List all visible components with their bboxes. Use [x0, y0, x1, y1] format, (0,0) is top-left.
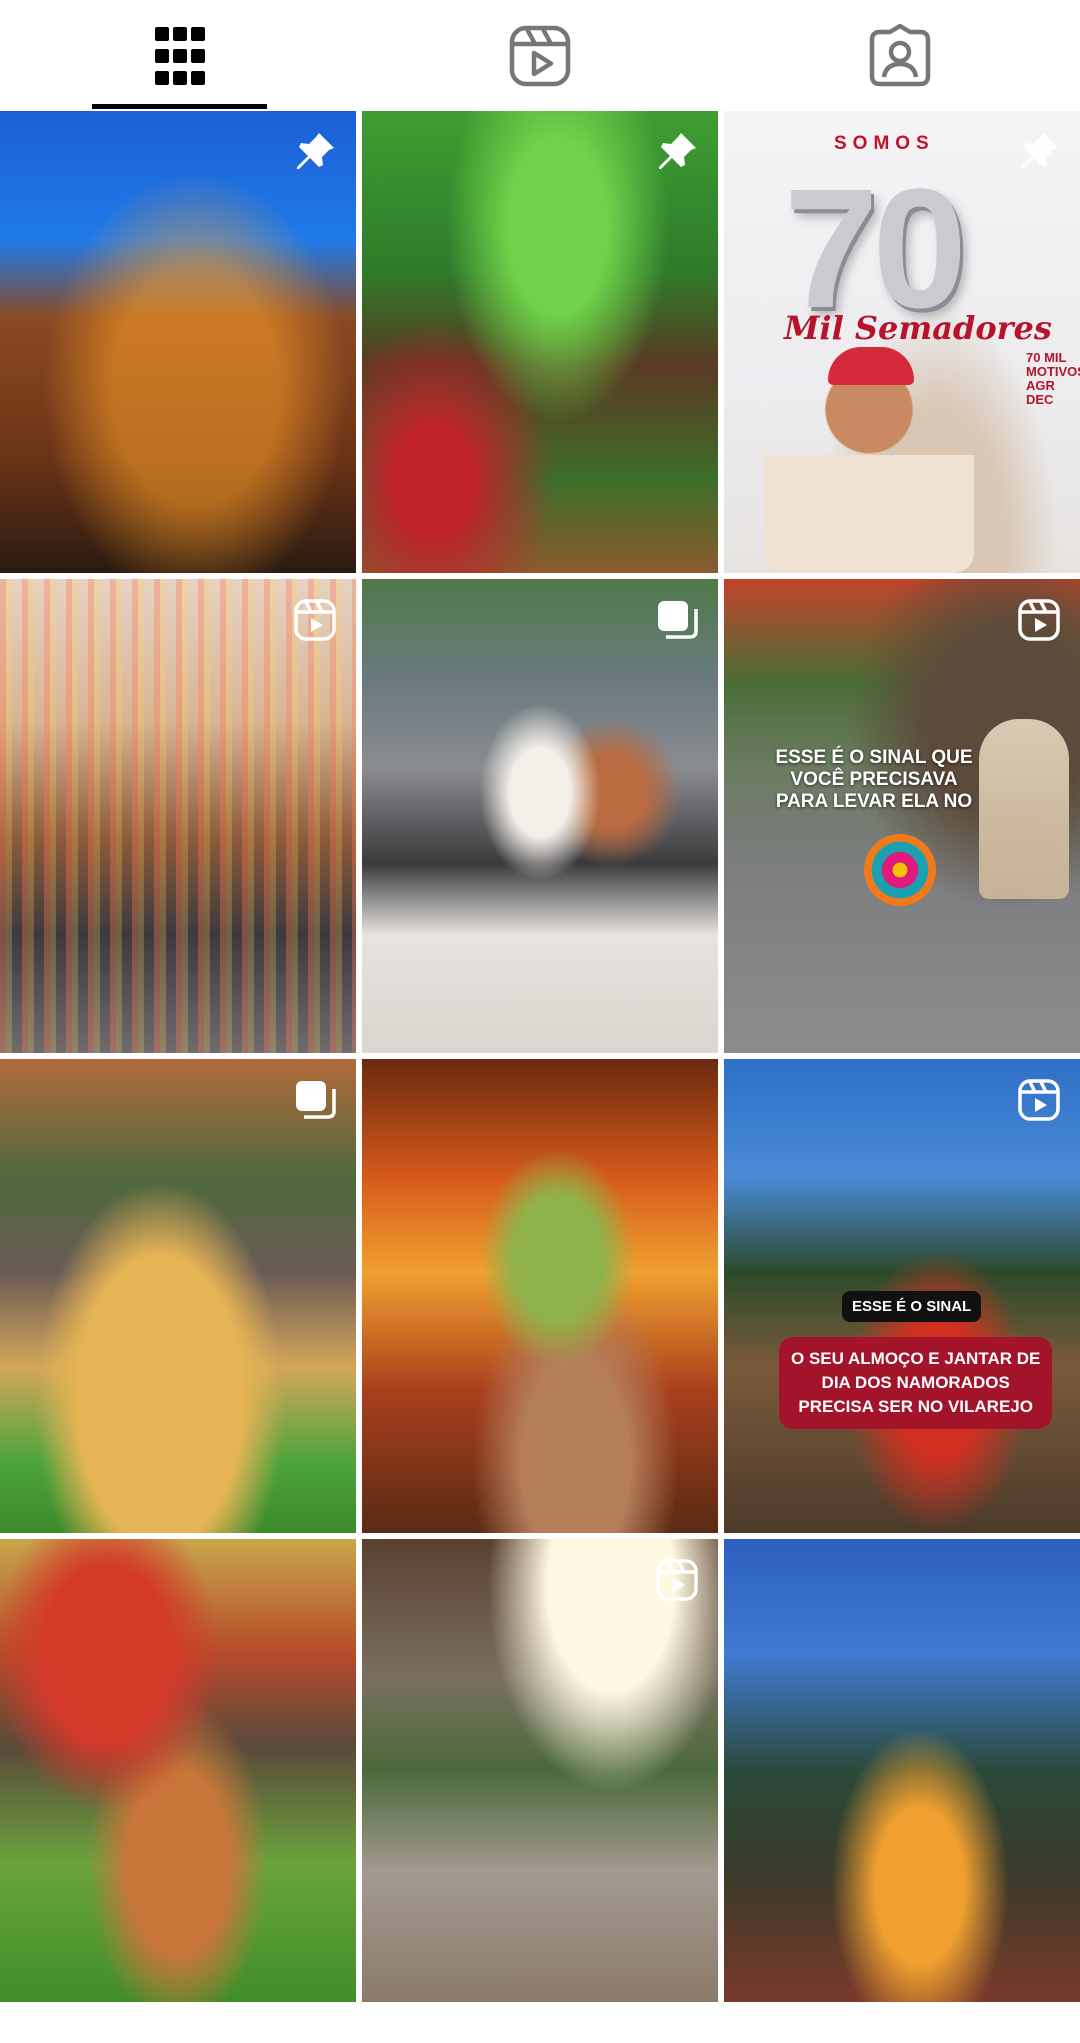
promo-side-line: 70 MIL [1026, 350, 1067, 365]
post-thumbnail-9[interactable]: ESSE É O SINAL O SEU ALMOÇO E JANTAR DE … [724, 1059, 1080, 1533]
grid-icon [155, 26, 205, 85]
promo-side-line: DEC [1026, 392, 1054, 407]
post-thumbnail-11[interactable] [362, 1539, 718, 2002]
mandala-logo [864, 834, 936, 906]
promo-tagline: Mil Semadores [784, 309, 1052, 347]
promo-side-text: 70 MIL MOTIVOS AGR DEC [1026, 351, 1080, 407]
message-line: O SEU ALMOÇO E JANTAR DE [791, 1349, 1041, 1368]
tagged-icon [869, 23, 931, 86]
reel-icon [292, 597, 338, 643]
post-thumbnail-6[interactable]: ESSE É O SINAL QUE VOCÊ PRECISAVA PARA L… [724, 579, 1080, 1053]
profile-tab-bar [0, 0, 1080, 111]
reel-icon [1016, 597, 1062, 643]
tab-tagged[interactable] [720, 0, 1080, 111]
promo-message: O SEU ALMOÇO E JANTAR DE DIA DOS NAMORAD… [779, 1337, 1053, 1429]
bottom-spacer [0, 2002, 1080, 2043]
overlay-line: VOCÊ PRECISAVA [790, 769, 958, 790]
post-thumbnail-7[interactable] [0, 1059, 356, 1533]
sign-label: ESSE É O SINAL [842, 1291, 982, 1322]
pin-icon [1016, 129, 1062, 175]
reel-icon [1016, 1077, 1062, 1123]
reel-overlay-text: ESSE É O SINAL QUE VOCÊ PRECISAVA PARA L… [774, 747, 974, 813]
post-thumbnail-5[interactable] [362, 579, 718, 1053]
fountain [979, 719, 1069, 899]
tab-posts-grid[interactable] [0, 0, 360, 111]
message-line: DIA DOS NAMORADOS [821, 1373, 1010, 1392]
post-thumbnail-2[interactable] [362, 111, 718, 573]
message-line: PRECISA SER NO VILAREJO [798, 1397, 1033, 1416]
post-thumbnail-1[interactable] [0, 111, 356, 573]
carousel-icon [292, 1077, 338, 1123]
overlay-line: ESSE É O SINAL QUE [775, 747, 973, 768]
pin-icon [654, 129, 700, 175]
pin-icon [292, 129, 338, 175]
post-thumbnail-10[interactable] [0, 1539, 356, 2002]
tab-reels[interactable] [360, 0, 720, 111]
promo-side-line: MOTIVOS [1026, 364, 1080, 379]
post-thumbnail-3[interactable]: SOMOS 70 Mil Semadores 70 MIL MOTIVOS AG… [724, 111, 1080, 573]
post-thumbnail-4[interactable] [0, 579, 356, 1053]
reel-icon [654, 1557, 700, 1603]
post-thumbnail-12[interactable] [724, 1539, 1080, 2002]
overlay-line: PARA LEVAR ELA NO [775, 791, 973, 812]
selected-tab-indicator [92, 104, 267, 109]
reels-icon [509, 25, 571, 86]
promo-side-line: AGR [1026, 378, 1055, 393]
post-thumbnail-8[interactable] [362, 1059, 718, 1533]
carousel-icon [654, 597, 700, 643]
